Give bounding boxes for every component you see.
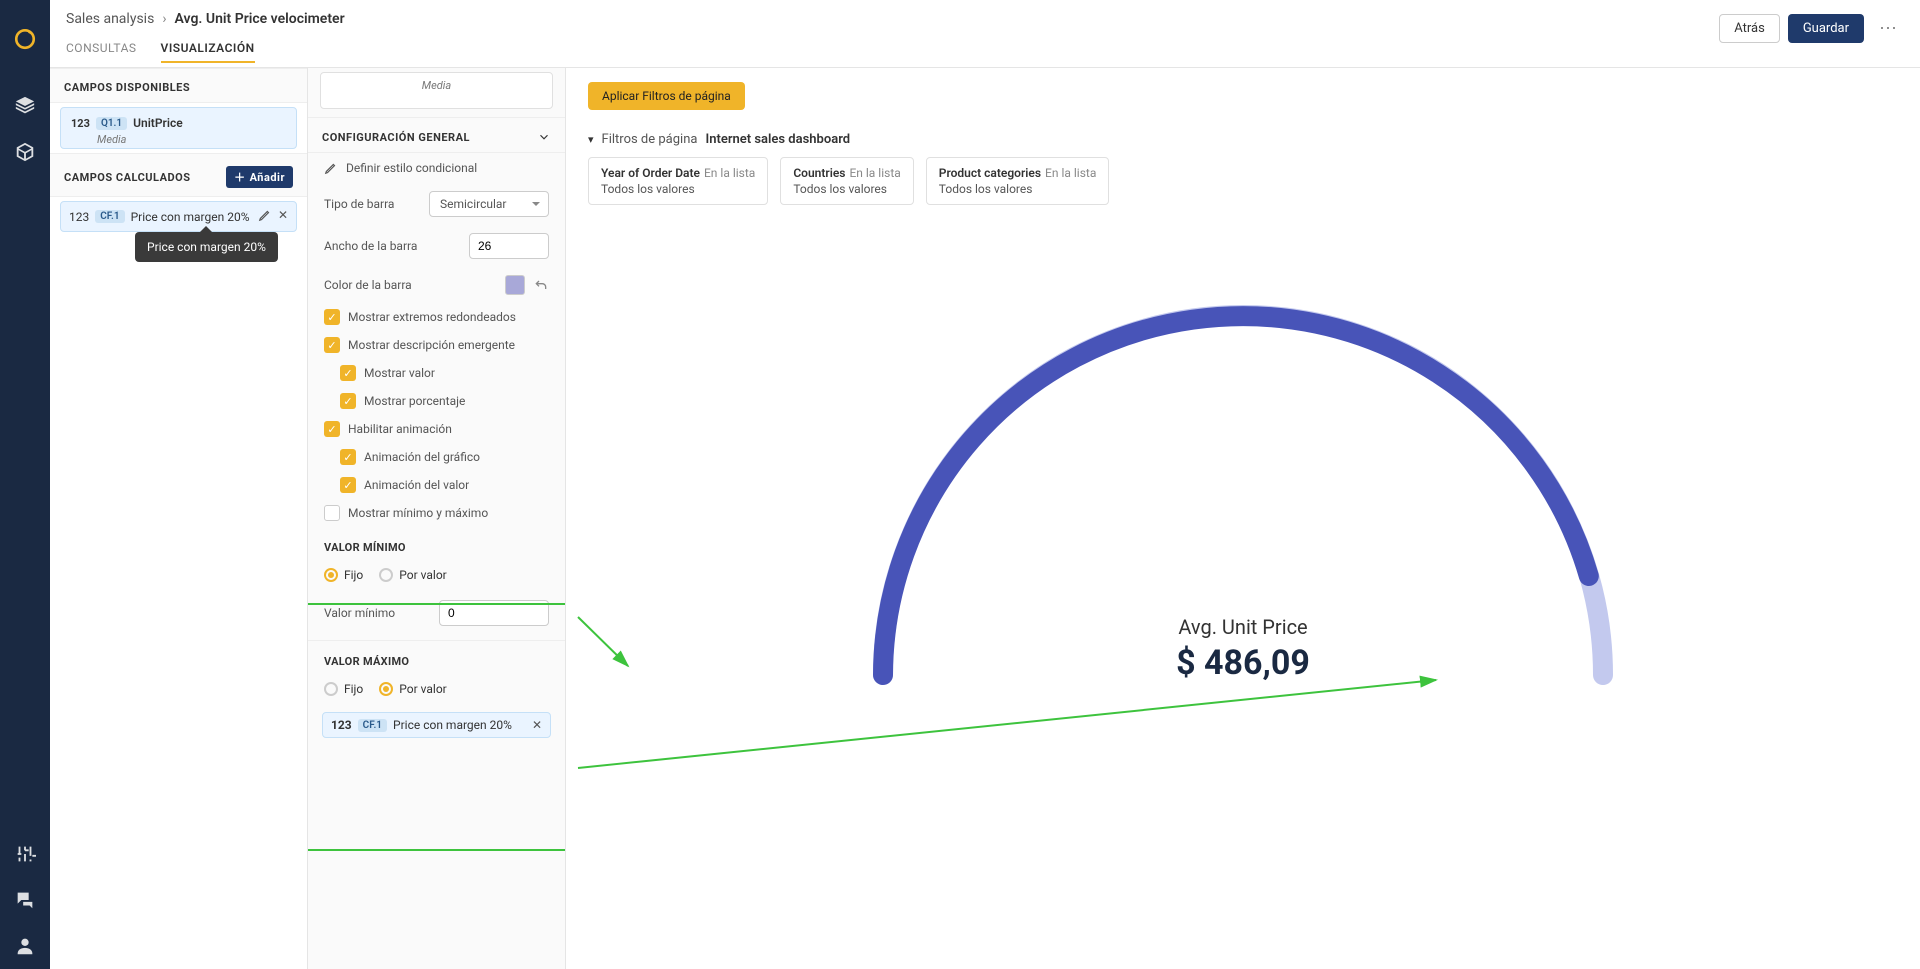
- close-icon[interactable]: ✕: [532, 718, 542, 732]
- bar-color-swatch[interactable]: [505, 275, 525, 295]
- max-value-chip[interactable]: 123 CF.1 Price con margen 20% ✕: [322, 712, 551, 738]
- cfg-general-header[interactable]: CONFIGURACIÓN GENERAL: [308, 117, 565, 153]
- cube-icon[interactable]: [14, 141, 36, 163]
- field-unitprice[interactable]: 123 Q1.1 UnitPrice Media: [60, 107, 297, 149]
- config-panel: Media CONFIGURACIÓN GENERAL Definir esti…: [308, 68, 566, 969]
- close-icon[interactable]: ✕: [278, 208, 288, 225]
- field-tooltip: Price con margen 20%: [135, 232, 278, 262]
- more-icon[interactable]: ⋯: [1872, 15, 1904, 42]
- chat-icon[interactable]: [14, 889, 36, 911]
- max-value-header: VALOR MÁXIMO: [308, 640, 565, 672]
- filter-year[interactable]: Year of Order DateEn la listaTodos los v…: [588, 157, 768, 205]
- page-filters-header[interactable]: ▾ Filtros de página Internet sales dashb…: [588, 132, 1898, 147]
- field-type-icon: 123: [71, 117, 90, 130]
- fields-panel: CAMPOS DISPONIBLES 123 Q1.1 UnitPrice Me…: [50, 68, 308, 969]
- cond-style-row[interactable]: Definir estilo condicional: [308, 153, 565, 183]
- field-name: UnitPrice: [133, 116, 183, 130]
- save-button[interactable]: Guardar: [1788, 14, 1864, 43]
- chk-show-percent[interactable]: ✓: [340, 393, 356, 409]
- topbar: Sales analysis › Avg. Unit Price velocim…: [50, 0, 1920, 68]
- max-fijo-radio[interactable]: [324, 682, 338, 696]
- breadcrumb-parent[interactable]: Sales analysis: [66, 11, 154, 27]
- chk-show-value[interactable]: ✓: [340, 365, 356, 381]
- bar-width-input[interactable]: [469, 233, 549, 259]
- min-value-input[interactable]: [439, 600, 549, 626]
- chk-anim[interactable]: ✓: [324, 421, 340, 437]
- chk-minmax[interactable]: [324, 505, 340, 521]
- page-tabs: CONSULTAS VISUALIZACIÓN: [66, 37, 1904, 67]
- user-icon[interactable]: [14, 935, 36, 957]
- chk-anim-chart[interactable]: ✓: [340, 449, 356, 465]
- sliders-icon[interactable]: [14, 843, 36, 865]
- calc-fields-header: CAMPOS CALCULADOS ＋Añadir: [50, 153, 307, 197]
- chk-rounded[interactable]: ✓: [324, 309, 340, 325]
- bar-type-label: Tipo de barra: [324, 197, 421, 211]
- breadcrumb-current: Avg. Unit Price velocimeter: [175, 11, 345, 27]
- max-porvalor-radio[interactable]: [379, 682, 393, 696]
- min-porvalor-radio[interactable]: [379, 568, 393, 582]
- pencil-icon: [324, 161, 338, 175]
- gauge-label: Avg. Unit Price: [813, 615, 1673, 639]
- tab-consultas[interactable]: CONSULTAS: [66, 41, 137, 63]
- calc-name: Price con margen 20%: [131, 210, 250, 224]
- field-agg: Media: [97, 133, 126, 146]
- add-calc-button[interactable]: ＋Añadir: [226, 166, 293, 188]
- app-sidebar: [0, 0, 50, 969]
- available-fields-header: CAMPOS DISPONIBLES: [50, 68, 307, 103]
- filter-categories[interactable]: Product categoriesEn la listaTodos los v…: [926, 157, 1110, 205]
- chevron-down-icon: [537, 130, 551, 144]
- undo-icon[interactable]: [533, 277, 549, 293]
- field-type-icon: 123: [69, 210, 89, 224]
- value-slot-chip[interactable]: Media: [320, 72, 553, 109]
- app-logo: [11, 25, 39, 53]
- field-badge: Q1.1: [96, 117, 127, 130]
- preview-panel: Aplicar Filtros de página ▾ Filtros de p…: [566, 68, 1920, 969]
- edit-icon[interactable]: [258, 208, 272, 225]
- breadcrumb: Sales analysis › Avg. Unit Price velocim…: [66, 0, 1904, 37]
- chevron-down-icon: ▾: [588, 133, 594, 146]
- min-value-label: Valor mínimo: [324, 606, 431, 620]
- min-value-header: VALOR MÍNIMO: [308, 527, 565, 558]
- bar-width-label: Ancho de la barra: [324, 239, 461, 253]
- chk-tooltip[interactable]: ✓: [324, 337, 340, 353]
- bar-type-select[interactable]: Semicircular: [429, 191, 549, 217]
- apply-filters-button[interactable]: Aplicar Filtros de página: [588, 82, 745, 110]
- gauge-chart: Avg. Unit Price $ 486,09: [813, 245, 1673, 705]
- gauge-value: $ 486,09: [813, 643, 1673, 683]
- filter-countries[interactable]: CountriesEn la listaTodos los valores: [780, 157, 913, 205]
- calc-badge: CF.1: [95, 210, 124, 223]
- tab-visualizacion[interactable]: VISUALIZACIÓN: [161, 41, 255, 63]
- calc-field-price-margin[interactable]: 123 CF.1 Price con margen 20% ✕: [60, 201, 297, 232]
- chevron-right-icon: ›: [162, 11, 166, 27]
- min-fijo-radio[interactable]: [324, 568, 338, 582]
- bar-color-label: Color de la barra: [324, 278, 497, 292]
- layers-icon[interactable]: [14, 95, 36, 117]
- chk-anim-value[interactable]: ✓: [340, 477, 356, 493]
- back-button[interactable]: Atrás: [1719, 14, 1780, 43]
